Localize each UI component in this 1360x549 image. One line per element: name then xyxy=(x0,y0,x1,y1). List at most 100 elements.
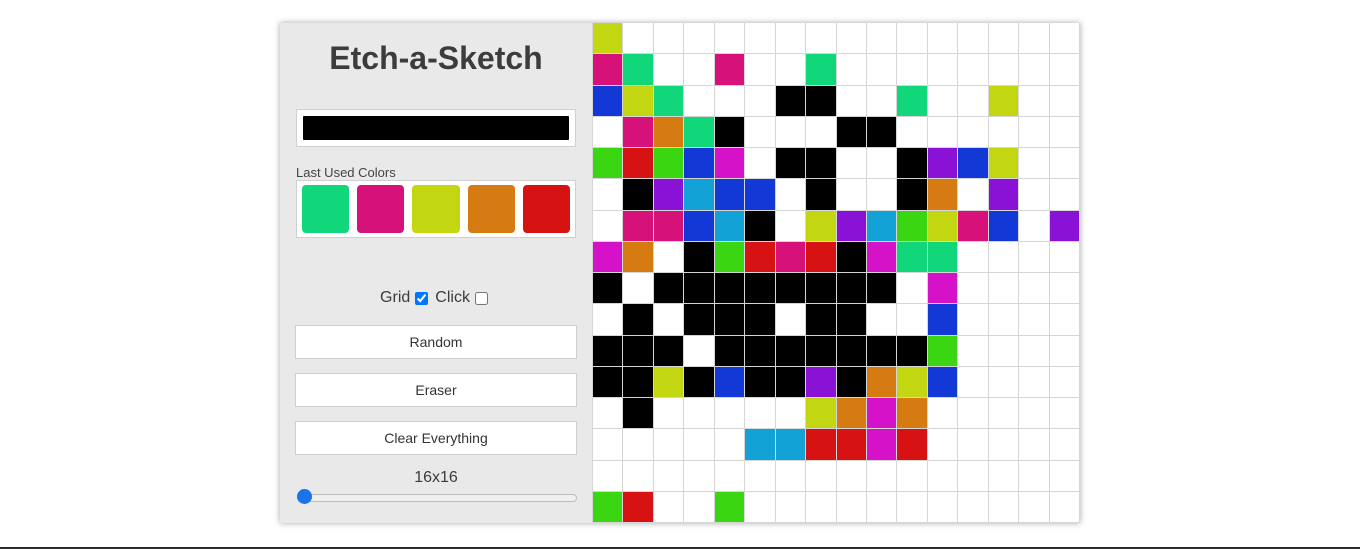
grid-cell[interactable] xyxy=(988,179,1020,211)
grid-cell[interactable] xyxy=(714,429,746,461)
grid-cell[interactable] xyxy=(1049,460,1080,492)
grid-cell[interactable] xyxy=(714,54,746,86)
grid-cell[interactable] xyxy=(806,116,837,148)
grid-cell[interactable] xyxy=(714,273,746,305)
grid-cell[interactable] xyxy=(958,54,989,86)
grid-cell[interactable] xyxy=(775,54,807,86)
grid-cell[interactable] xyxy=(714,241,746,273)
grid-cell[interactable] xyxy=(775,491,807,523)
grid-cell[interactable] xyxy=(836,335,867,367)
grid-cell[interactable] xyxy=(806,366,837,398)
grid-cell[interactable] xyxy=(927,85,959,117)
grid-cell[interactable] xyxy=(836,366,867,398)
grid-cell[interactable] xyxy=(958,491,989,523)
grid-cell[interactable] xyxy=(593,491,624,523)
grid-cell[interactable] xyxy=(623,54,654,86)
grid-cell[interactable] xyxy=(1049,116,1080,148)
grid-cell[interactable] xyxy=(958,366,989,398)
grid-cell[interactable] xyxy=(927,273,959,305)
grid-cell[interactable] xyxy=(1049,241,1080,273)
grid-cell[interactable] xyxy=(745,179,776,211)
grid-cell[interactable] xyxy=(593,273,624,305)
grid-cell[interactable] xyxy=(866,85,898,117)
grid-cell[interactable] xyxy=(1019,366,1050,398)
grid-cell[interactable] xyxy=(958,179,989,211)
grid-cell[interactable] xyxy=(988,491,1020,523)
grid-cell[interactable] xyxy=(653,491,685,523)
grid-cell[interactable] xyxy=(1019,148,1050,180)
grid-cell[interactable] xyxy=(714,210,746,242)
grid-cell[interactable] xyxy=(806,85,837,117)
grid-cell[interactable] xyxy=(806,210,837,242)
grid-cell[interactable] xyxy=(836,241,867,273)
grid-cell[interactable] xyxy=(775,335,807,367)
grid-cell[interactable] xyxy=(927,398,959,430)
grid-cell[interactable] xyxy=(927,366,959,398)
grid-cell[interactable] xyxy=(866,429,898,461)
grid-cell[interactable] xyxy=(897,179,928,211)
grid-cell[interactable] xyxy=(653,179,685,211)
grid-cell[interactable] xyxy=(806,398,837,430)
grid-cell[interactable] xyxy=(684,304,715,336)
grid-cell[interactable] xyxy=(836,210,867,242)
grid-cell[interactable] xyxy=(866,460,898,492)
grid-cell[interactable] xyxy=(1019,460,1050,492)
grid-cell[interactable] xyxy=(866,304,898,336)
grid-cell[interactable] xyxy=(806,148,837,180)
grid-cell[interactable] xyxy=(958,241,989,273)
grid-cell[interactable] xyxy=(1019,23,1050,55)
grid-cell[interactable] xyxy=(927,148,959,180)
grid-cell[interactable] xyxy=(714,23,746,55)
grid-cell[interactable] xyxy=(775,429,807,461)
grid-cell[interactable] xyxy=(623,179,654,211)
grid-cell[interactable] xyxy=(866,148,898,180)
grid-cell[interactable] xyxy=(806,241,837,273)
grid-cell[interactable] xyxy=(775,460,807,492)
grid-cell[interactable] xyxy=(593,304,624,336)
grid-cell[interactable] xyxy=(1019,54,1050,86)
grid-cell[interactable] xyxy=(714,398,746,430)
grid-cell[interactable] xyxy=(745,116,776,148)
grid-cell[interactable] xyxy=(988,273,1020,305)
grid-cell[interactable] xyxy=(623,241,654,273)
last-used-color-swatch[interactable] xyxy=(302,185,350,233)
grid-cell[interactable] xyxy=(684,241,715,273)
grid-cell[interactable] xyxy=(958,429,989,461)
random-button[interactable]: Random xyxy=(295,325,577,359)
grid-cell[interactable] xyxy=(653,304,685,336)
grid-cell[interactable] xyxy=(836,116,867,148)
grid-cell[interactable] xyxy=(684,398,715,430)
grid-cell[interactable] xyxy=(745,54,776,86)
grid-cell[interactable] xyxy=(988,366,1020,398)
grid-cell[interactable] xyxy=(927,460,959,492)
grid-cell[interactable] xyxy=(988,23,1020,55)
grid-cell[interactable] xyxy=(593,366,624,398)
grid-cell[interactable] xyxy=(958,398,989,430)
grid-cell[interactable] xyxy=(866,491,898,523)
grid-cell[interactable] xyxy=(806,304,837,336)
grid-cell[interactable] xyxy=(836,148,867,180)
grid-cell[interactable] xyxy=(653,398,685,430)
grid-cell[interactable] xyxy=(623,148,654,180)
grid-cell[interactable] xyxy=(927,335,959,367)
grid-size-slider[interactable] xyxy=(297,489,577,504)
grid-cell[interactable] xyxy=(1019,210,1050,242)
grid-cell[interactable] xyxy=(897,273,928,305)
current-color-swatch[interactable] xyxy=(303,116,569,140)
grid-cell[interactable] xyxy=(1049,85,1080,117)
grid-cell[interactable] xyxy=(745,398,776,430)
grid-cell[interactable] xyxy=(775,398,807,430)
grid-cell[interactable] xyxy=(775,179,807,211)
grid-cell[interactable] xyxy=(988,148,1020,180)
grid-cell[interactable] xyxy=(988,241,1020,273)
grid-cell[interactable] xyxy=(623,429,654,461)
last-used-color-swatch[interactable] xyxy=(412,185,460,233)
grid-cell[interactable] xyxy=(866,273,898,305)
grid-cell[interactable] xyxy=(775,116,807,148)
grid-cell[interactable] xyxy=(684,116,715,148)
grid-cell[interactable] xyxy=(775,85,807,117)
grid-cell[interactable] xyxy=(988,85,1020,117)
grid-cell[interactable] xyxy=(593,85,624,117)
grid-cell[interactable] xyxy=(836,85,867,117)
grid-cell[interactable] xyxy=(714,116,746,148)
